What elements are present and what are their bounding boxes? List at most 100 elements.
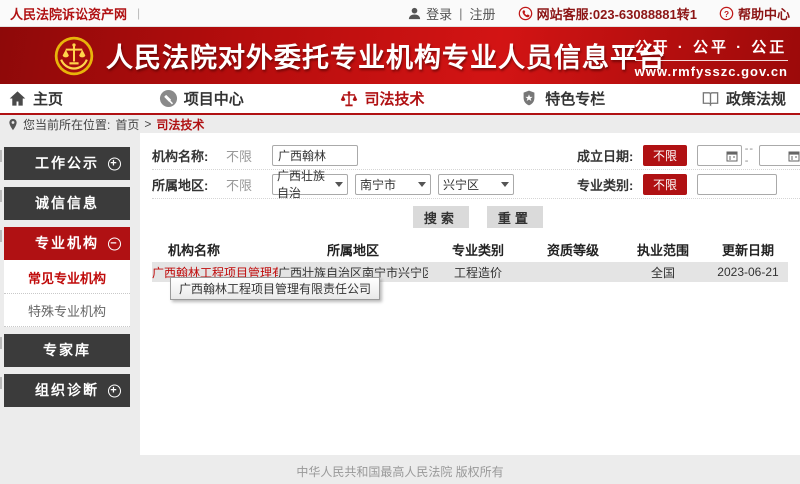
sidebar-item-label: 诚信信息 [35,195,99,211]
location-pin-icon [8,118,18,131]
site-url: www.rmfysszc.gov.cn [635,64,788,79]
expand-icon: + [108,157,121,170]
platform-title: 人民法院对外委托专业机构专业人员信息平台 [106,36,666,75]
help-center-link[interactable]: 帮助中心 [738,4,790,23]
sidebar-item-expert-pool[interactable]: 专家库 [4,334,130,367]
col-header-scope: 执业范围 [618,236,708,262]
breadcrumb-prefix: 您当前所在位置: [23,116,110,133]
book-icon [701,89,720,108]
topbar-divider: | [137,6,140,20]
district-select-value: 兴宁区 [443,176,479,193]
login-link[interactable]: 登录 [426,4,452,23]
asset-site-link[interactable]: 人民法院诉讼资产网 [10,4,127,23]
nav-label: 项目中心 [184,88,244,109]
region-unlimited-option[interactable]: 不限 [226,175,272,194]
user-icon [407,6,422,21]
category-input[interactable] [697,174,777,195]
submenu-item-special-orgs[interactable]: 特殊专业机构 [4,294,130,327]
nav-item-project-center[interactable]: 项目中心 [159,88,244,109]
phone-icon [518,6,533,21]
founding-date-unlimited-button[interactable]: 不限 [643,145,687,166]
sidebar-item-label: 专业机构 [35,235,99,251]
org-scope-cell: 全国 [618,262,708,282]
nav-item-home[interactable]: 主页 [8,88,63,109]
founding-date-end-input[interactable] [759,145,800,166]
col-header-updated: 更新日期 [708,236,788,262]
register-link[interactable]: 注册 [470,4,496,23]
sidebar-item-integrity-info[interactable]: 诚信信息 [4,187,130,220]
founding-date-start-input[interactable] [697,145,742,166]
slogan: 公开 · 公平 · 公正 [635,36,788,61]
filter-row-2: 所属地区: 不限 广西壮族自治 南宁市 兴宁区 专业类别: 不限 [152,170,800,199]
top-utility-bar: 人民法院诉讼资产网 | 登录 | 注册 网站客服:023-63088881转1 … [0,0,800,27]
nav-label: 特色专栏 [545,88,605,109]
col-header-region: 所属地区 [278,236,428,262]
scales-icon [339,89,358,108]
city-select[interactable]: 南宁市 [355,174,431,195]
submenu-item-common-orgs[interactable]: 常见专业机构 [4,261,130,294]
col-header-org-name: 机构名称 [152,236,278,262]
sidebar-item-org-diagnosis[interactable]: 组织诊断 + [4,374,130,407]
breadcrumb-home[interactable]: 首页 [115,116,139,133]
login-register-pipe: | [459,6,462,21]
breadcrumb-separator: > [144,117,151,131]
chevron-down-icon [501,182,509,187]
region-label: 所属地区: [152,175,226,194]
search-button[interactable]: 搜索 [413,206,469,228]
table-header-row: 机构名称 所属地区 专业类别 资质等级 执业范围 更新日期 [152,236,788,262]
nav-label: 主页 [33,88,63,109]
badge-icon [520,89,539,108]
expand-icon: + [108,384,121,397]
col-header-grade: 资质等级 [528,236,618,262]
reset-button[interactable]: 重置 [487,206,543,228]
org-category-cell: 工程造价 [428,262,528,282]
province-select-value: 广西壮族自治 [277,167,335,201]
sidebar: 工作公示 + 诚信信息 专业机构 − 常见专业机构 特殊专业机构 专家库 组织诊… [0,133,140,455]
home-icon [8,89,27,108]
nav-item-special-column[interactable]: 特色专栏 [520,88,605,109]
sidebar-item-label: 工作公示 [35,155,99,171]
category-label: 专业类别: [577,175,643,194]
calendar-icon [726,149,738,161]
filter-row-1: 机构名称: 不限 成立日期: 不限 --- [152,141,800,170]
org-name-label: 机构名称: [152,146,226,165]
svg-text:?: ? [724,8,729,18]
category-unlimited-button[interactable]: 不限 [643,174,687,195]
breadcrumb-current: 司法技术 [156,116,204,133]
breadcrumb: 您当前所在位置: 首页 > 司法技术 [0,115,800,133]
nav-item-judicial-tech[interactable]: 司法技术 [339,88,424,109]
org-name-tooltip: 广西翰林工程项目管理有限责任公司 [170,277,380,300]
main-area: 工作公示 + 诚信信息 专业机构 − 常见专业机构 特殊专业机构 专家库 组织诊… [0,133,800,455]
sidebar-submenu: 常见专业机构 特殊专业机构 [4,260,130,327]
help-icon: ? [719,6,734,21]
date-range-separator: --- [745,143,756,167]
calendar-icon [788,149,800,161]
sidebar-item-work-publicity[interactable]: 工作公示 + [4,147,130,180]
site-banner: 人民法院对外委托专业机构专业人员信息平台 公开 · 公平 · 公正 www.rm… [0,27,800,84]
chevron-down-icon [418,182,426,187]
collapse-icon: − [108,237,121,250]
org-updated-cell: 2023-06-21 [708,262,788,282]
province-select[interactable]: 广西壮族自治 [272,174,348,195]
org-name-unlimited-option[interactable]: 不限 [226,146,272,165]
service-phone-text: 网站客服:023-63088881转1 [537,4,697,23]
results-table: 机构名称 所属地区 专业类别 资质等级 执业范围 更新日期 广西翰林工程项目管理… [152,236,788,282]
sidebar-item-label: 专家库 [43,342,91,358]
district-select[interactable]: 兴宁区 [438,174,514,195]
court-emblem-logo [52,34,96,78]
filter-actions: 搜索 重置 [152,206,800,228]
org-grade-cell [528,262,618,282]
nav-label: 司法技术 [364,88,424,109]
nav-item-policy[interactable]: 政策法规 [701,88,786,109]
col-header-category: 专业类别 [428,236,528,262]
sidebar-item-label: 组织诊断 [35,382,99,398]
sidebar-item-professional-orgs[interactable]: 专业机构 − [4,227,130,260]
founding-date-label: 成立日期: [577,146,643,165]
nav-label: 政策法规 [726,88,786,109]
footer-copyright: 中华人民共和国最高人民法院 版权所有 [0,455,800,484]
chevron-down-icon [335,182,343,187]
project-icon [159,89,178,108]
content-panel: 机构名称: 不限 成立日期: 不限 --- [140,133,800,455]
main-nav: 主页 项目中心 司法技术 特色专栏 政策法规 [0,84,800,115]
org-name-input[interactable] [272,145,358,166]
